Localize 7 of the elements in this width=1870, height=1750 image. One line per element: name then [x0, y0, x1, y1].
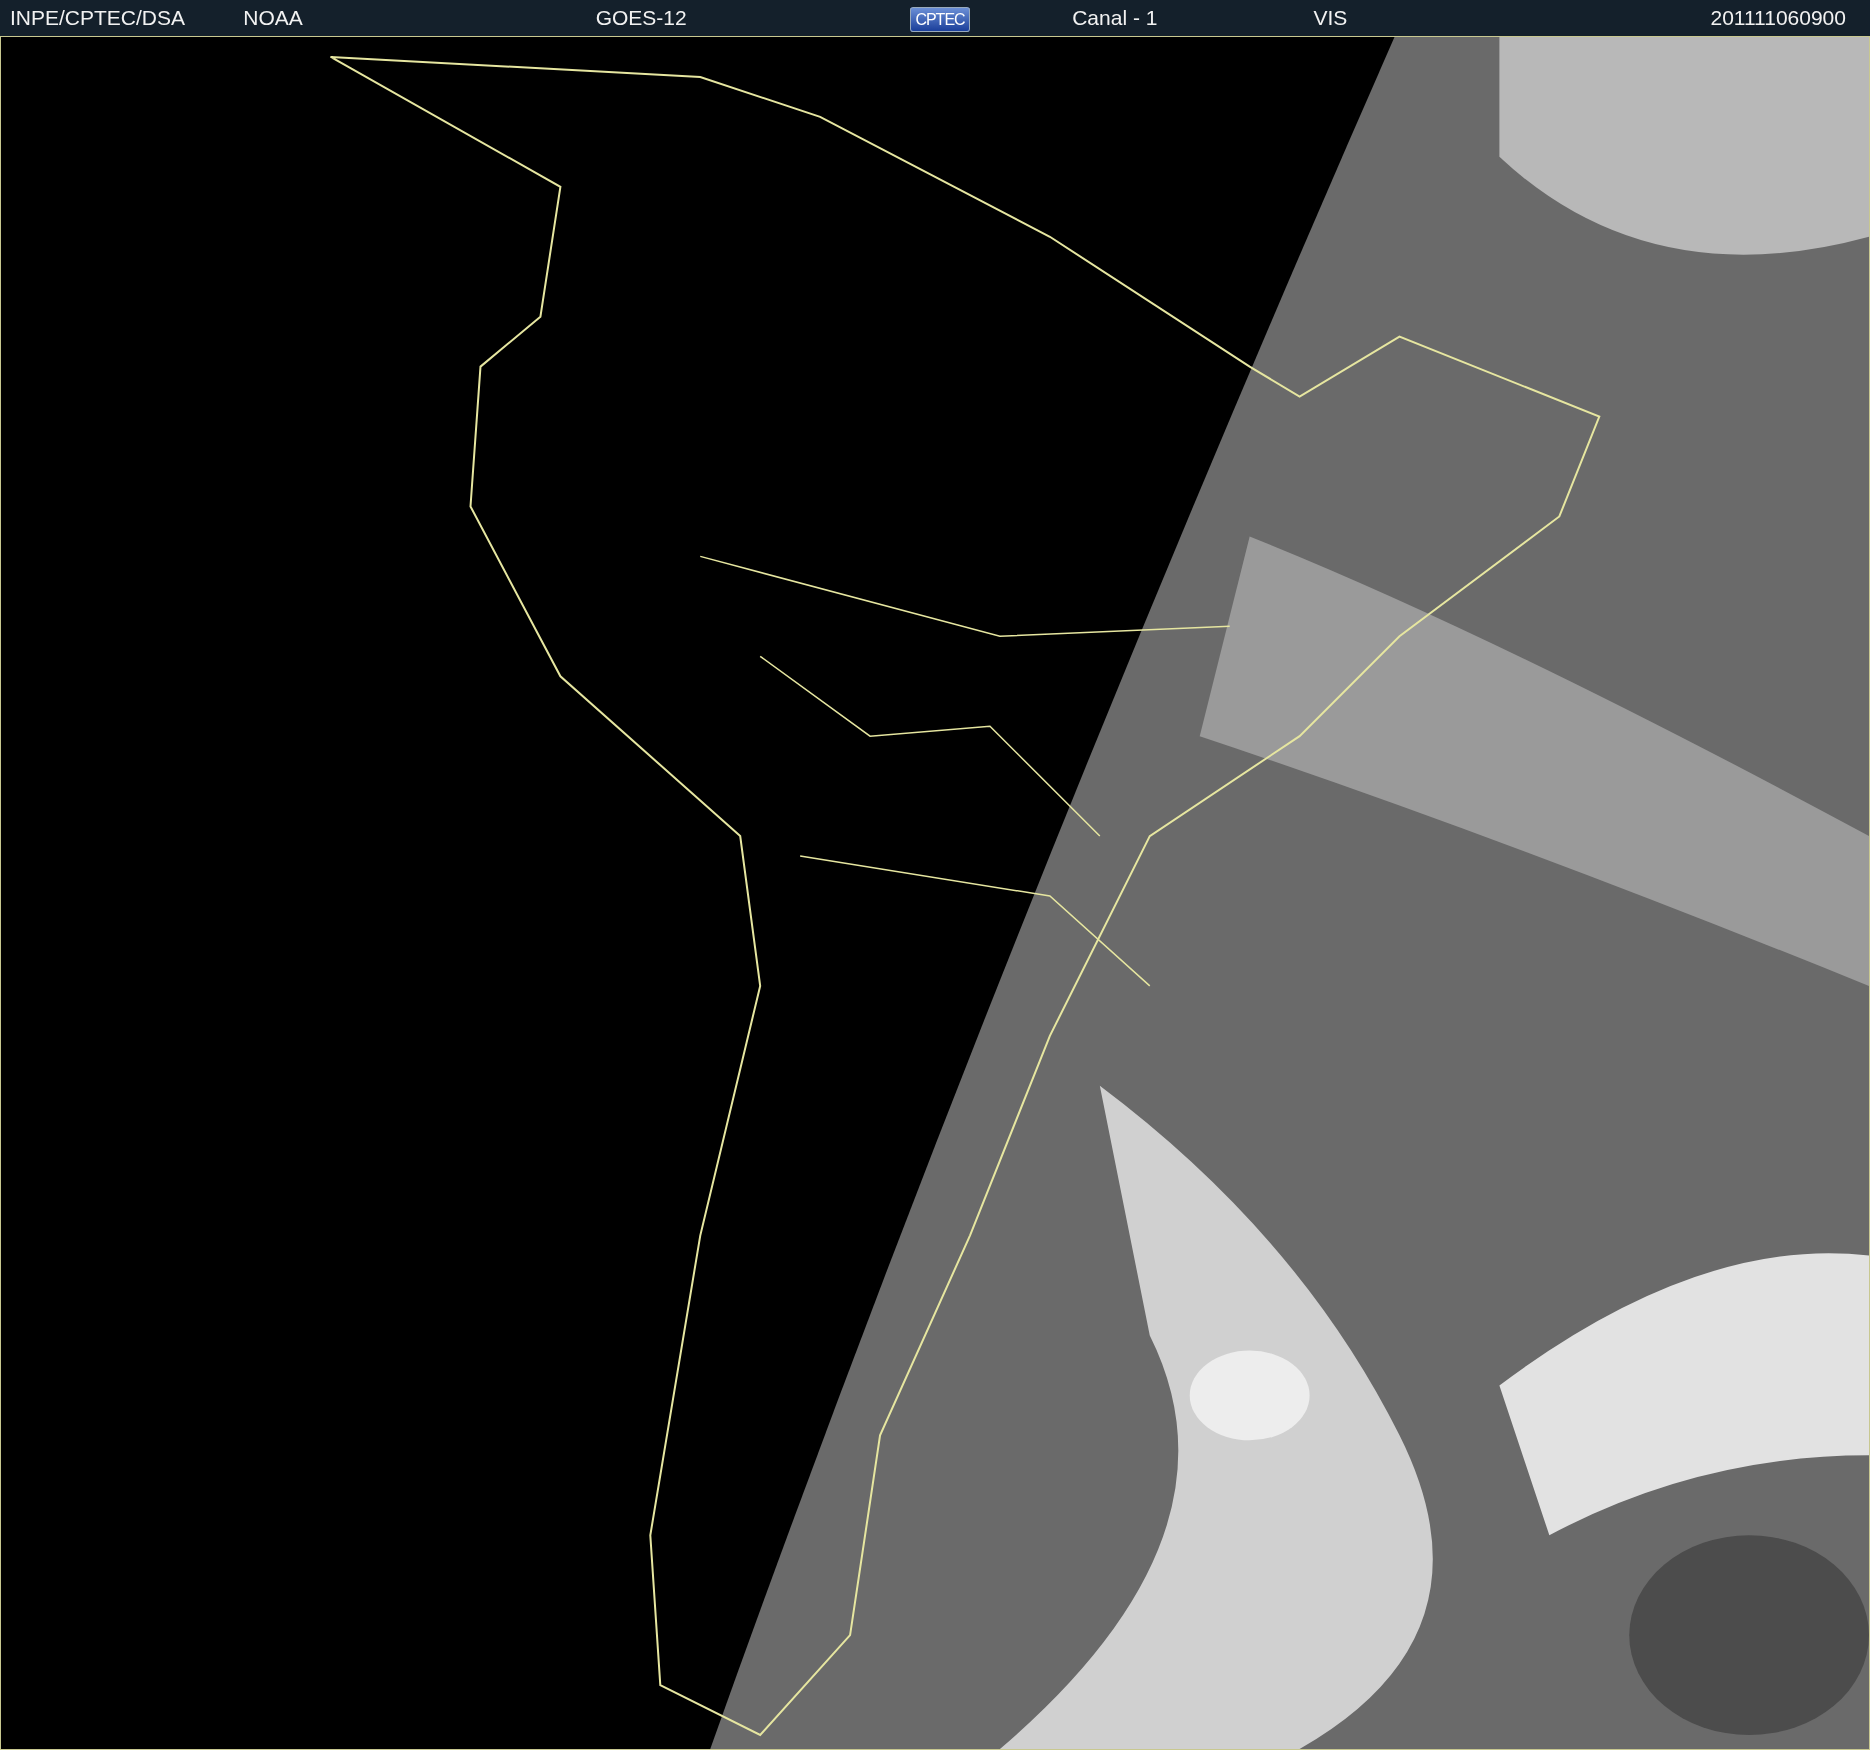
header-label: 201111060900 [1710, 6, 1846, 30]
header-label: GOES-12 [595, 6, 687, 30]
header-label: INPE/CPTEC/DSA [10, 6, 186, 30]
header-label: NOAA [243, 6, 303, 30]
logo: CPTEC [910, 7, 970, 33]
header-label: Canal - 1 [1072, 6, 1158, 30]
header-label: VIS [1313, 6, 1348, 30]
